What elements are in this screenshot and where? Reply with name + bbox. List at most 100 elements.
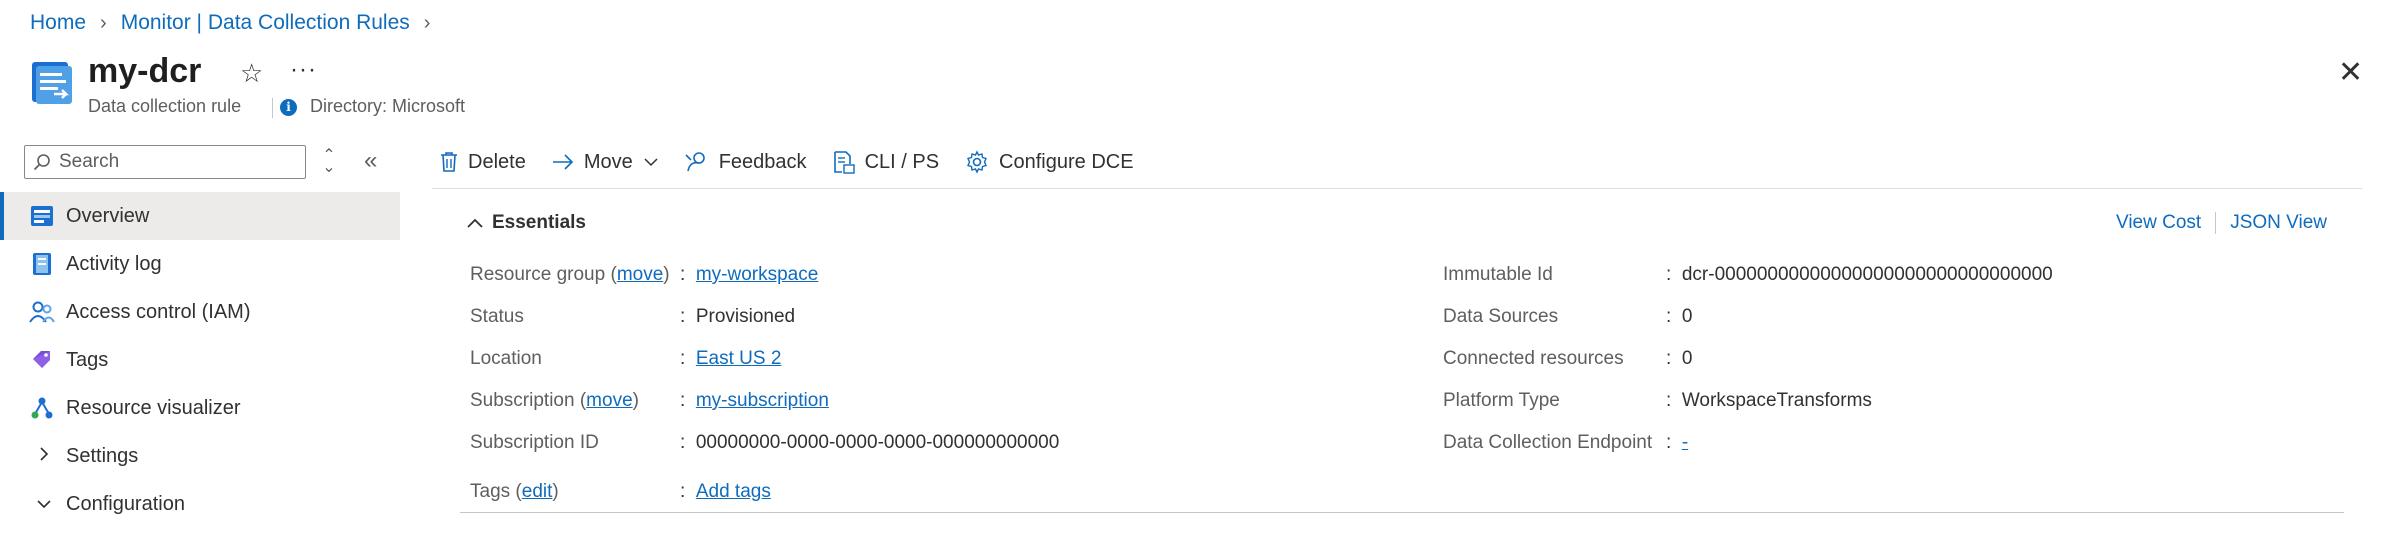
essentials-links: View Cost JSON View xyxy=(2116,212,2327,234)
data-sources-label: Data Sources xyxy=(1443,306,1559,327)
subscription-row: Subscription (move) xyxy=(470,390,639,412)
breadcrumb-parent-link[interactable]: Monitor | Data Collection Rules xyxy=(121,11,410,35)
sort-icon[interactable]: ⌃ ⌄ xyxy=(322,148,336,176)
move-resource-group-link[interactable]: move xyxy=(617,264,663,286)
info-icon: i xyxy=(280,99,297,116)
feedback-label: Feedback xyxy=(718,150,807,173)
gear-icon xyxy=(967,150,988,174)
subscription-link[interactable]: my-subscription xyxy=(696,390,829,412)
location-value-row: : East US 2 xyxy=(680,348,782,370)
platform-type-label: Platform Type xyxy=(1443,390,1560,411)
move-button[interactable]: Move xyxy=(552,151,659,174)
platform-type-value-row: : WorkspaceTransforms xyxy=(1666,390,1872,411)
platform-type-row: Platform Type xyxy=(1443,388,1560,414)
resource-group-link[interactable]: my-workspace xyxy=(696,264,818,286)
close-icon[interactable]: ✕ xyxy=(2338,58,2363,88)
overview-icon xyxy=(28,202,56,230)
status-value: Provisioned xyxy=(695,306,796,327)
essentials-toggle[interactable]: Essentials xyxy=(466,212,586,234)
subscription-id-value-row: : 00000000-0000-0000-0000-000000000000 xyxy=(680,432,1060,453)
chevron-right-icon xyxy=(30,446,58,467)
immutable-id-label: Immutable Id xyxy=(1443,264,1553,285)
status-row: Status xyxy=(470,304,524,330)
edit-tags-link[interactable]: edit xyxy=(522,481,553,503)
more-options-icon[interactable]: ··· xyxy=(290,56,317,84)
chevron-down-icon xyxy=(30,494,58,515)
json-view-link[interactable]: JSON View xyxy=(2230,212,2327,234)
cli-ps-button[interactable]: CLI / PS xyxy=(833,150,939,174)
search-input[interactable] xyxy=(57,150,301,174)
visualizer-icon xyxy=(28,394,56,422)
chevron-up-icon xyxy=(467,218,483,228)
activity-log-icon xyxy=(28,250,56,278)
trash-icon xyxy=(441,152,457,172)
tags-value-row: : Add tags xyxy=(680,481,771,503)
resource-group-row: Resource group (move) xyxy=(470,264,670,286)
location-link[interactable]: East US 2 xyxy=(696,348,782,370)
page-title: my-dcr xyxy=(88,52,202,90)
search-icon xyxy=(33,154,50,171)
platform-type-value: WorkspaceTransforms xyxy=(1681,390,1872,411)
directory-label: Directory: Microsoft xyxy=(310,96,466,116)
sidebar-item-resource-visualizer[interactable]: Resource visualizer xyxy=(0,384,400,432)
sidebar-item-label: Overview xyxy=(66,204,150,227)
cli-document-icon xyxy=(833,151,855,174)
data-sources-value: 0 xyxy=(1681,306,1693,327)
command-bar: Delete Move Feedback CLI / PS Configure … xyxy=(440,145,1160,179)
connected-resources-value: 0 xyxy=(1681,348,1693,369)
essentials-bottom-divider xyxy=(460,512,2344,513)
add-tags-link[interactable]: Add tags xyxy=(696,481,771,503)
sidebar-item-label: Configuration xyxy=(66,492,185,515)
resource-group-value-row: : my-workspace xyxy=(680,264,819,286)
subscription-id-label: Subscription ID xyxy=(470,432,599,453)
location-label: Location xyxy=(470,348,542,369)
chevron-down-icon xyxy=(644,158,658,167)
immutable-id-row: Immutable Id xyxy=(1443,262,1553,288)
data-sources-value-row: : 0 xyxy=(1666,306,1693,327)
sidebar-search-box[interactable] xyxy=(24,145,306,179)
data-collection-rule-icon xyxy=(30,60,74,106)
sidebar-item-activity-log[interactable]: Activity log xyxy=(0,240,400,288)
connected-resources-value-row: : 0 xyxy=(1666,348,1693,369)
dce-label: Data Collection Endpoint xyxy=(1443,432,1653,453)
location-row: Location xyxy=(470,346,542,372)
view-cost-link[interactable]: View Cost xyxy=(2116,212,2201,234)
sidebar-item-configuration[interactable]: Configuration xyxy=(0,480,400,528)
configure-dce-label: Configure DCE xyxy=(999,150,1134,173)
link-divider xyxy=(2215,212,2217,234)
dce-value-row: : - xyxy=(1666,432,1689,454)
chevron-right-icon: › xyxy=(423,11,431,34)
delete-button[interactable]: Delete xyxy=(440,151,526,174)
sidebar-item-overview[interactable]: Overview xyxy=(0,192,400,240)
feedback-icon xyxy=(685,152,705,172)
move-label: Move xyxy=(583,150,633,173)
tags-label: Tags xyxy=(470,481,511,502)
breadcrumb: Home › Monitor | Data Collection Rules › xyxy=(30,8,444,38)
dce-link[interactable]: - xyxy=(1682,432,1688,454)
sidebar-item-access-control[interactable]: Access control (IAM) xyxy=(0,288,400,336)
feedback-button[interactable]: Feedback xyxy=(685,151,807,174)
subscription-id-row: Subscription ID xyxy=(470,430,599,456)
toolbar-divider xyxy=(432,188,2362,189)
header-divider xyxy=(272,98,273,118)
tag-icon xyxy=(28,346,56,374)
collapse-sidebar-icon[interactable]: « xyxy=(364,147,377,175)
sidebar-nav: Overview Activity log Access control (IA… xyxy=(0,192,400,528)
configure-dce-button[interactable]: Configure DCE xyxy=(965,150,1134,174)
sidebar-item-tags[interactable]: Tags xyxy=(0,336,400,384)
status-value-row: : Provisioned xyxy=(680,306,796,327)
arrow-right-icon xyxy=(552,154,573,170)
delete-label: Delete xyxy=(468,150,526,173)
iam-people-icon xyxy=(28,298,56,326)
sidebar-item-label: Resource visualizer xyxy=(66,396,241,419)
connected-resources-label: Connected resources xyxy=(1443,348,1624,369)
sidebar-item-label: Settings xyxy=(66,444,139,467)
data-sources-row: Data Sources xyxy=(1443,304,1558,330)
move-subscription-link[interactable]: move xyxy=(586,390,632,412)
subscription-value-row: : my-subscription xyxy=(680,390,829,412)
connected-resources-row: Connected resources xyxy=(1443,346,1624,372)
immutable-id-value: dcr-00000000000000000000000000000000 xyxy=(1681,264,2053,285)
favorite-star-icon[interactable]: ☆ xyxy=(240,58,263,89)
breadcrumb-home-link[interactable]: Home xyxy=(30,11,86,35)
sidebar-item-settings[interactable]: Settings xyxy=(0,432,400,480)
